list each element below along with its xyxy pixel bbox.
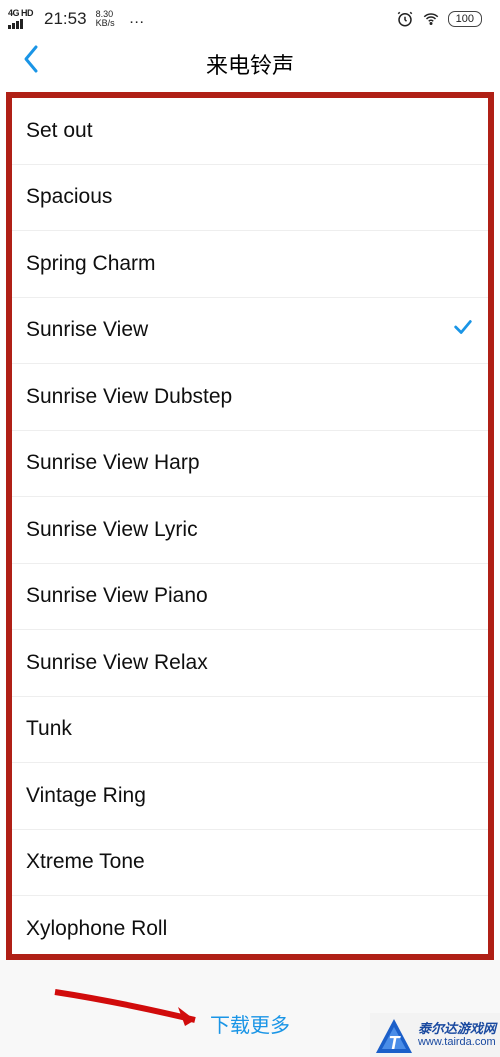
status-left-group: 4G HD 21:53 8.30 KB/s … bbox=[8, 9, 146, 29]
ringtone-item[interactable]: Spring Charm bbox=[12, 231, 488, 298]
network-type: 4G HD bbox=[8, 9, 33, 18]
ringtone-item[interactable]: Spacious bbox=[12, 165, 488, 232]
status-bar: 4G HD 21:53 8.30 KB/s … 100 bbox=[0, 0, 500, 36]
ringtone-name: Spring Charm bbox=[26, 252, 156, 276]
ringtone-name: Sunrise View Piano bbox=[26, 584, 208, 608]
annotation-highlight-box: Set out Spacious Spring Charm Sunrise View S… bbox=[6, 92, 494, 960]
page-title: 来电铃声 bbox=[20, 48, 480, 80]
ringtone-name: Sunrise View Harp bbox=[26, 451, 200, 475]
ringtone-item[interactable]: Tunk bbox=[12, 697, 488, 764]
ringtone-item[interactable]: Xtreme Tone bbox=[12, 830, 488, 897]
ringtone-name: Sunrise View Dubstep bbox=[26, 385, 232, 409]
clock-time: 21:53 bbox=[44, 9, 87, 29]
ringtone-name: Sunrise View bbox=[26, 318, 148, 342]
ringtone-name: Set out bbox=[26, 119, 93, 143]
ringtone-item[interactable]: Vintage Ring bbox=[12, 763, 488, 830]
nav-header: 来电铃声 bbox=[0, 36, 500, 92]
signal-bars-icon bbox=[8, 19, 23, 29]
ringtone-name: Xylophone Roll bbox=[26, 917, 167, 941]
ringtone-name: Sunrise View Lyric bbox=[26, 518, 198, 542]
speed-unit: KB/s bbox=[96, 19, 115, 28]
chevron-left-icon bbox=[22, 44, 40, 74]
status-right-group: 100 bbox=[396, 10, 482, 28]
ringtone-item[interactable]: Set out bbox=[12, 98, 488, 165]
ringtone-item[interactable]: Sunrise View Lyric bbox=[12, 497, 488, 564]
data-speed: 8.30 KB/s bbox=[96, 10, 115, 28]
ringtone-name: Tunk bbox=[26, 717, 72, 741]
battery-level: 100 bbox=[456, 13, 474, 25]
watermark-line1: 泰尔达游戏网 bbox=[418, 1022, 496, 1036]
ringtone-list[interactable]: Set out Spacious Spring Charm Sunrise View S… bbox=[12, 98, 488, 960]
ringtone-name: Sunrise View Relax bbox=[26, 651, 208, 675]
ringtone-name: Xtreme Tone bbox=[26, 850, 145, 874]
back-button[interactable] bbox=[22, 44, 40, 82]
watermark-logo-icon: T bbox=[374, 1015, 414, 1055]
ringtone-item[interactable]: Xylophone Roll bbox=[12, 896, 488, 960]
checkmark-icon bbox=[452, 316, 474, 344]
ringtone-item[interactable]: Sunrise View bbox=[12, 298, 488, 365]
footer-area: 下载更多 T 泰尔达游戏网 www.tairda.com bbox=[0, 960, 500, 1057]
watermark-line2: www.tairda.com bbox=[418, 1036, 496, 1048]
ringtone-name: Vintage Ring bbox=[26, 784, 146, 808]
ringtone-item[interactable]: Sunrise View Piano bbox=[12, 564, 488, 631]
ringtone-name: Spacious bbox=[26, 185, 112, 209]
watermark: T 泰尔达游戏网 www.tairda.com bbox=[370, 1013, 500, 1057]
ringtone-item[interactable]: Sunrise View Harp bbox=[12, 431, 488, 498]
battery-indicator: 100 bbox=[448, 11, 482, 27]
ringtone-item[interactable]: Sunrise View Dubstep bbox=[12, 364, 488, 431]
more-icon: … bbox=[129, 10, 146, 28]
ringtone-item[interactable]: Sunrise View Relax bbox=[12, 630, 488, 697]
alarm-icon bbox=[396, 10, 414, 28]
signal-indicator: 4G HD bbox=[8, 9, 33, 29]
watermark-text: 泰尔达游戏网 www.tairda.com bbox=[418, 1022, 496, 1048]
wifi-icon bbox=[422, 10, 440, 28]
